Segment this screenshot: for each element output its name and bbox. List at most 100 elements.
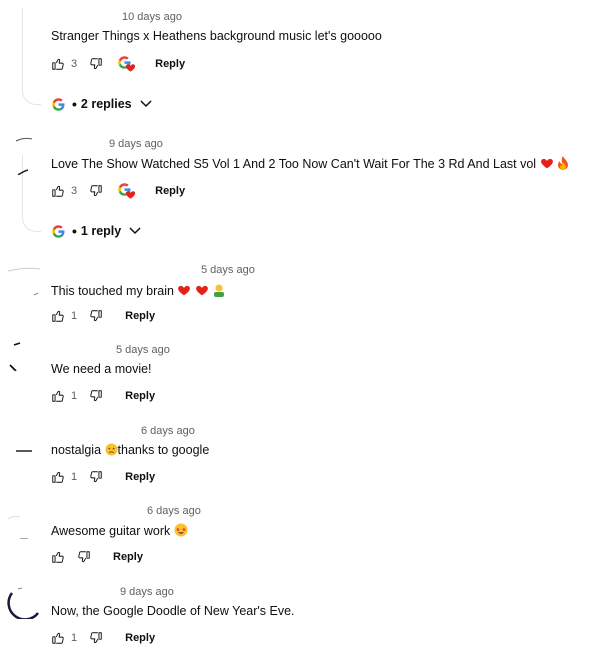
separator-dot: • — [72, 96, 77, 112]
like-count: 3 — [71, 58, 78, 70]
thumbs-down-icon — [89, 309, 103, 323]
avatar — [6, 341, 26, 371]
thumbs-up-icon — [51, 309, 65, 323]
like-button[interactable]: 1 — [51, 309, 77, 323]
thumbs-down-icon — [89, 631, 103, 645]
comment-text-body-2: thanks to google — [117, 443, 210, 457]
thumbs-up-icon — [51, 184, 65, 198]
reply-button[interactable]: Reply — [155, 185, 185, 197]
avatar — [14, 445, 34, 455]
comment-actions: 1 Reply — [51, 630, 155, 646]
view-replies-button[interactable]: • 1 reply — [51, 223, 143, 239]
comment-text: nostalgia thanks to google — [51, 443, 209, 457]
comment-actions: Reply — [51, 549, 143, 565]
like-count: 1 — [71, 390, 78, 402]
heart-icon — [125, 62, 136, 73]
thumbs-up-icon — [51, 389, 65, 403]
comment-2: 9 days ago Love The Show Watched S5 Vol … — [0, 125, 593, 255]
like-button[interactable]: 3 — [51, 57, 77, 71]
like-count: 1 — [71, 471, 78, 483]
replies-count: 1 reply — [80, 224, 122, 238]
comment-text-body: nostalgia — [51, 443, 102, 457]
comment-text: Stranger Things x Heathens background mu… — [51, 29, 382, 43]
comment-text: This touched my brain — [51, 283, 226, 298]
separator-dot: • — [72, 223, 77, 239]
avatar — [4, 267, 44, 297]
red-heart-emoji — [177, 283, 191, 297]
like-button[interactable]: 1 — [51, 389, 77, 403]
comment-timestamp: 6 days ago — [141, 425, 195, 437]
avatar — [4, 583, 40, 619]
thumbs-up-icon — [51, 550, 65, 564]
dislike-button[interactable] — [89, 309, 103, 323]
dislike-button[interactable] — [89, 631, 103, 645]
comment-actions: 3 Reply — [51, 56, 185, 72]
heart-icon — [125, 189, 136, 200]
fire-emoji — [558, 156, 569, 170]
comment-text-body: This touched my brain — [51, 284, 174, 298]
comment-timestamp: 5 days ago — [116, 344, 170, 356]
comment-1: 10 days ago Stranger Things x Heathens b… — [0, 0, 593, 125]
comment-text-body: Awesome guitar work — [51, 524, 171, 538]
reply-button[interactable]: Reply — [125, 310, 155, 322]
thumbs-up-icon — [51, 631, 65, 645]
red-heart-emoji — [195, 283, 209, 297]
like-button[interactable] — [51, 550, 65, 564]
thumbs-down-icon — [89, 184, 103, 198]
thumbs-up-icon — [51, 57, 65, 71]
like-button[interactable]: 3 — [51, 184, 77, 198]
chevron-down-icon — [138, 96, 154, 112]
thumbs-down-icon — [89, 470, 103, 484]
chevron-down-icon — [127, 223, 143, 239]
like-button[interactable]: 1 — [51, 470, 77, 484]
red-heart-emoji — [540, 156, 554, 170]
comment-timestamp: 6 days ago — [147, 505, 201, 517]
google-g-icon — [51, 97, 66, 112]
like-button[interactable]: 1 — [51, 631, 77, 645]
creator-heart — [117, 182, 137, 200]
sad-face-emoji — [104, 443, 118, 456]
comment-timestamp: 5 days ago — [201, 264, 255, 276]
comment-6: 6 days ago Awesome guitar work Reply — [0, 495, 593, 575]
like-count: 1 — [71, 632, 78, 644]
thumbs-down-icon — [77, 550, 91, 564]
dislike-button[interactable] — [89, 389, 103, 403]
person-emoji — [214, 284, 225, 297]
comment-actions: 1 Reply — [51, 469, 155, 485]
thumbs-down-icon — [89, 57, 103, 71]
dislike-button[interactable] — [89, 184, 103, 198]
comment-actions: 1 Reply — [51, 308, 155, 324]
google-g-icon — [51, 224, 66, 239]
comment-text: Love The Show Watched S5 Vol 1 And 2 Too… — [51, 156, 569, 171]
comment-text-body: Love The Show Watched S5 Vol 1 And 2 Too… — [51, 157, 537, 171]
comment-7: 9 days ago Now, the Google Doodle of New… — [0, 575, 593, 655]
avatar — [14, 135, 34, 175]
like-count: 3 — [71, 185, 78, 197]
thumbs-up-icon — [51, 470, 65, 484]
thread-line — [22, 8, 41, 105]
dislike-button[interactable] — [89, 470, 103, 484]
reply-button[interactable]: Reply — [125, 471, 155, 483]
reply-button[interactable]: Reply — [113, 551, 143, 563]
comment-text: We need a movie! — [51, 362, 152, 376]
reply-button[interactable]: Reply — [155, 58, 185, 70]
dislike-button[interactable] — [77, 550, 91, 564]
reply-button[interactable]: Reply — [125, 632, 155, 644]
reply-button[interactable]: Reply — [125, 390, 155, 402]
thumbs-down-icon — [89, 389, 103, 403]
like-count: 1 — [71, 310, 78, 322]
comment-4: 5 days ago We need a movie! 1 Reply — [0, 335, 593, 415]
creator-heart — [117, 55, 137, 73]
comment-text: Awesome guitar work — [51, 523, 188, 538]
comment-timestamp: 9 days ago — [109, 138, 163, 150]
comment-3: 5 days ago This touched my brain 1 Reply — [0, 255, 593, 335]
comment-5: 6 days ago nostalgia thanks to google 1 … — [0, 415, 593, 495]
comment-actions: 1 Reply — [51, 388, 155, 404]
star-eyes-emoji — [174, 523, 188, 537]
comment-text: Now, the Google Doodle of New Year's Eve… — [51, 604, 295, 618]
comment-timestamp: 9 days ago — [120, 586, 174, 598]
replies-count: 2 replies — [80, 97, 132, 111]
dislike-button[interactable] — [89, 57, 103, 71]
comment-timestamp: 10 days ago — [122, 11, 182, 23]
view-replies-button[interactable]: • 2 replies — [51, 96, 154, 112]
